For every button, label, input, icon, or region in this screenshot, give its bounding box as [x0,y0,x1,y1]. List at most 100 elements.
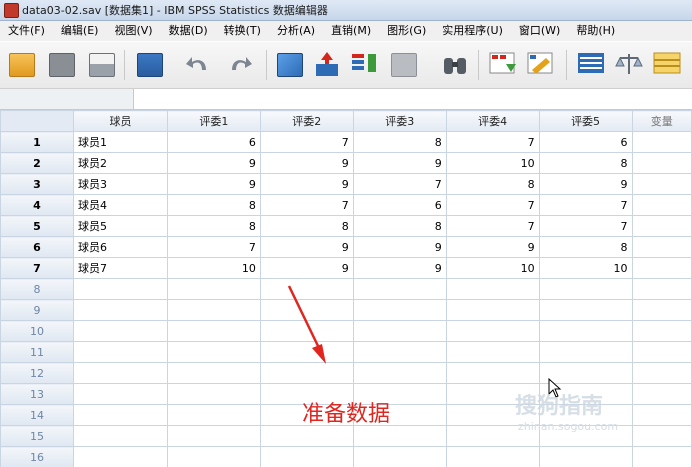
cell[interactable] [352,278,447,300]
cell[interactable] [631,446,692,467]
cell[interactable] [166,425,261,447]
cell[interactable]: 球员1 [73,131,168,153]
cell[interactable] [259,341,354,363]
cell[interactable] [73,446,168,467]
cell[interactable]: 9 [259,173,354,195]
cell[interactable] [538,446,633,467]
cell[interactable] [445,320,540,342]
cell[interactable] [631,194,692,216]
cell[interactable]: 7 [538,194,633,216]
cell[interactable] [352,320,447,342]
cell[interactable] [352,341,447,363]
cell[interactable] [631,173,692,195]
row-header[interactable]: 16 [0,446,75,467]
cell[interactable] [259,362,354,384]
cell[interactable] [631,425,692,447]
cell[interactable] [631,152,692,174]
cell[interactable]: 8 [538,152,633,174]
cell[interactable]: 7 [259,131,354,153]
row-header[interactable]: 1 [0,131,75,153]
cell[interactable] [166,362,261,384]
cell[interactable]: 9 [259,257,354,279]
cell[interactable]: 8 [352,215,447,237]
row-header[interactable]: 14 [0,404,75,426]
cell[interactable] [73,383,168,405]
insert-cases-icon[interactable] [488,50,518,78]
cell[interactable]: 9 [352,257,447,279]
cell[interactable]: 8 [166,215,261,237]
row-header[interactable]: 6 [0,236,75,258]
cell[interactable]: 球员3 [73,173,168,195]
cell[interactable] [352,362,447,384]
column-header[interactable]: 评委5 [538,110,633,132]
cell[interactable]: 球员5 [73,215,168,237]
row-header[interactable]: 5 [0,215,75,237]
cell[interactable]: 8 [538,236,633,258]
cell[interactable]: 7 [445,215,540,237]
cell[interactable] [631,131,692,153]
menu-graphs[interactable]: 图形(G) [379,21,434,41]
save-icon[interactable] [46,50,76,78]
cell[interactable] [445,341,540,363]
cell[interactable] [166,299,261,321]
cell[interactable] [259,425,354,447]
grid-corner[interactable] [0,110,75,132]
menu-edit[interactable]: 编辑(E) [53,21,107,41]
menu-utilities[interactable]: 实用程序(U) [434,21,511,41]
menu-transform[interactable]: 转换(T) [216,21,269,41]
weight-cases-icon[interactable] [614,50,644,78]
cell[interactable] [445,299,540,321]
row-header[interactable]: 9 [0,299,75,321]
cell[interactable]: 7 [259,194,354,216]
cell[interactable] [166,320,261,342]
cell[interactable] [352,425,447,447]
cell[interactable] [352,299,447,321]
cell[interactable] [73,320,168,342]
cell[interactable]: 10 [445,257,540,279]
row-header[interactable]: 2 [0,152,75,174]
cell[interactable]: 7 [445,131,540,153]
goto-case-icon[interactable] [274,50,304,78]
cell[interactable]: 6 [352,194,447,216]
cell[interactable] [445,278,540,300]
row-header[interactable]: 15 [0,425,75,447]
cell[interactable]: 10 [538,257,633,279]
dialog-recall-icon[interactable] [134,50,164,78]
row-header[interactable]: 10 [0,320,75,342]
menu-file[interactable]: 文件(F) [0,21,53,41]
insert-variable-icon[interactable] [526,50,556,78]
open-folder-icon[interactable] [6,50,36,78]
column-header[interactable]: 评委3 [352,110,447,132]
cell[interactable] [73,278,168,300]
run-descriptives-icon[interactable] [388,50,418,78]
cell[interactable]: 7 [445,194,540,216]
undo-icon[interactable] [184,50,214,78]
column-header[interactable]: 评委2 [259,110,354,132]
cell[interactable] [631,236,692,258]
print-icon[interactable] [86,50,116,78]
cell[interactable] [73,341,168,363]
cell[interactable]: 8 [259,215,354,237]
goto-variable-icon[interactable] [312,50,342,78]
cell[interactable]: 9 [166,173,261,195]
cell[interactable]: 球员4 [73,194,168,216]
cell[interactable]: 9 [538,173,633,195]
cell[interactable] [538,341,633,363]
cell[interactable]: 10 [445,152,540,174]
cell[interactable]: 8 [445,173,540,195]
cell[interactable]: 9 [259,236,354,258]
cell[interactable] [538,278,633,300]
column-header-empty[interactable]: 变量 [631,110,692,132]
cell[interactable] [259,446,354,467]
cell[interactable] [259,278,354,300]
cell[interactable]: 8 [352,131,447,153]
select-cases-icon[interactable] [652,50,682,78]
cell[interactable]: 7 [352,173,447,195]
row-header[interactable]: 11 [0,341,75,363]
variables-icon[interactable] [350,50,380,78]
cell[interactable] [352,446,447,467]
cell[interactable]: 7 [538,215,633,237]
cell[interactable]: 9 [352,152,447,174]
find-icon[interactable] [440,50,470,78]
row-header[interactable]: 12 [0,362,75,384]
